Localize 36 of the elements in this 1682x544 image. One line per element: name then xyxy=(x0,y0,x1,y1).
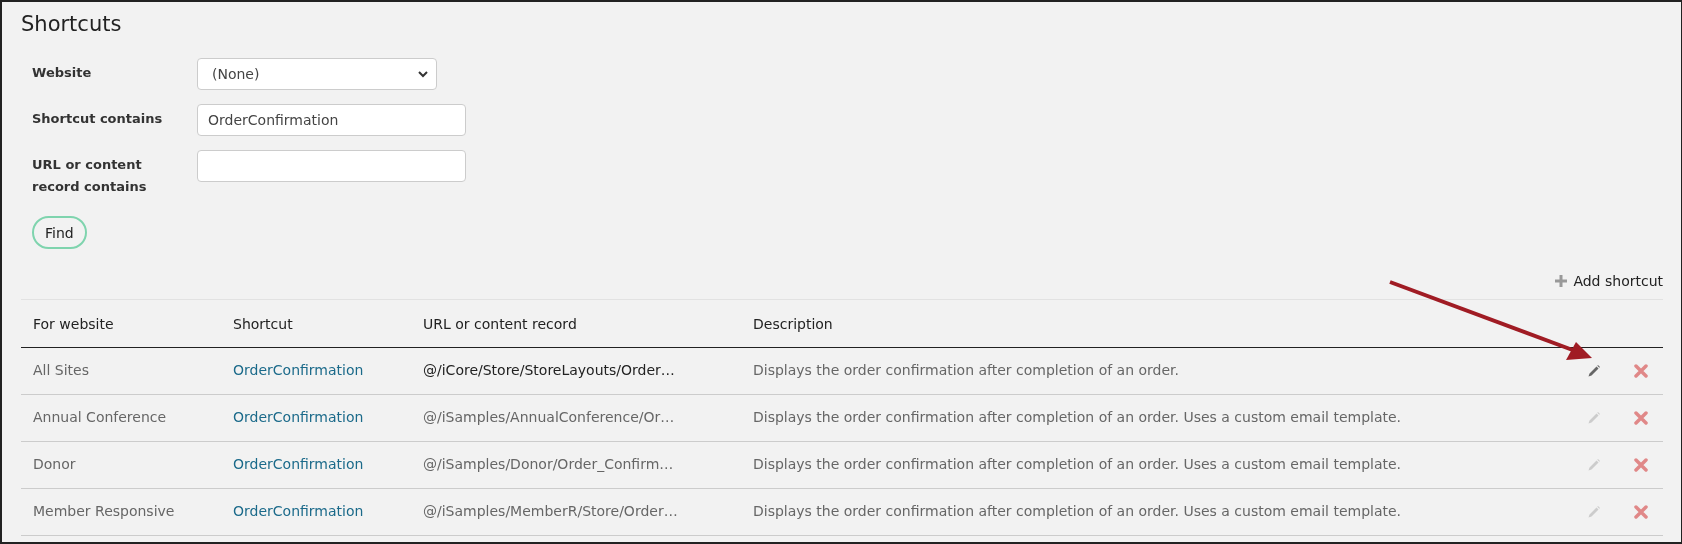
column-header: Shortcut xyxy=(221,300,411,348)
find-button[interactable]: Find xyxy=(32,216,87,249)
delete-icon[interactable] xyxy=(1634,364,1648,378)
shortcut-link[interactable]: OrderConfirmation xyxy=(221,442,411,489)
table-cell: @/iSamples/Donor/Order_Confirm… xyxy=(411,442,741,489)
table-cell: @/iSamples/AnnualConference/Or… xyxy=(411,395,741,442)
delete-icon[interactable] xyxy=(1634,505,1648,519)
table-cell: Annual Conference xyxy=(21,395,221,442)
column-header: For website xyxy=(21,300,221,348)
page-title: Shortcuts xyxy=(21,12,123,36)
table-cell: Displays the order confirmation after completion of an order. Uses a custom email template. xyxy=(741,489,1569,536)
delete-icon[interactable] xyxy=(1634,458,1648,472)
add-shortcut-link[interactable]: Add shortcut xyxy=(1555,273,1663,289)
table-cell: Member Responsive xyxy=(21,489,221,536)
column-header: Description xyxy=(741,300,1569,348)
table-cell: Displays the order confirmation after completion of an order. Uses a custom email template. xyxy=(741,395,1569,442)
input-field[interactable] xyxy=(197,150,466,182)
field-label: URL or content record contains xyxy=(32,156,148,196)
table-cell: Displays the order confirmation after completion of an order. Uses a custom email template. xyxy=(741,442,1569,489)
table-cell: @/iCore/Store/StoreLayouts/Order… xyxy=(411,348,741,395)
table-cell: All Sites xyxy=(21,348,221,395)
plus-icon xyxy=(1555,275,1568,287)
input-field[interactable]: OrderConfirmation xyxy=(197,104,466,136)
table-cell: Displays the order confirmation after completion of an order. xyxy=(741,348,1569,395)
website-select[interactable]: (None) xyxy=(197,58,437,90)
shortcut-link[interactable]: OrderConfirmation xyxy=(221,489,411,536)
table-cell: @/iSamples/MemberR/Store/Order… xyxy=(411,489,741,536)
delete-icon[interactable] xyxy=(1634,411,1648,425)
column-header: URL or content record xyxy=(411,300,741,348)
field-label: Shortcut contains xyxy=(32,110,164,128)
shortcut-link[interactable]: OrderConfirmation xyxy=(221,395,411,442)
shortcut-link[interactable]: OrderConfirmation xyxy=(221,348,411,395)
pencil-icon[interactable] xyxy=(1587,364,1601,378)
table-cell: Donor xyxy=(21,442,221,489)
field-label: Website xyxy=(32,64,93,82)
chevron-icon xyxy=(418,70,428,78)
